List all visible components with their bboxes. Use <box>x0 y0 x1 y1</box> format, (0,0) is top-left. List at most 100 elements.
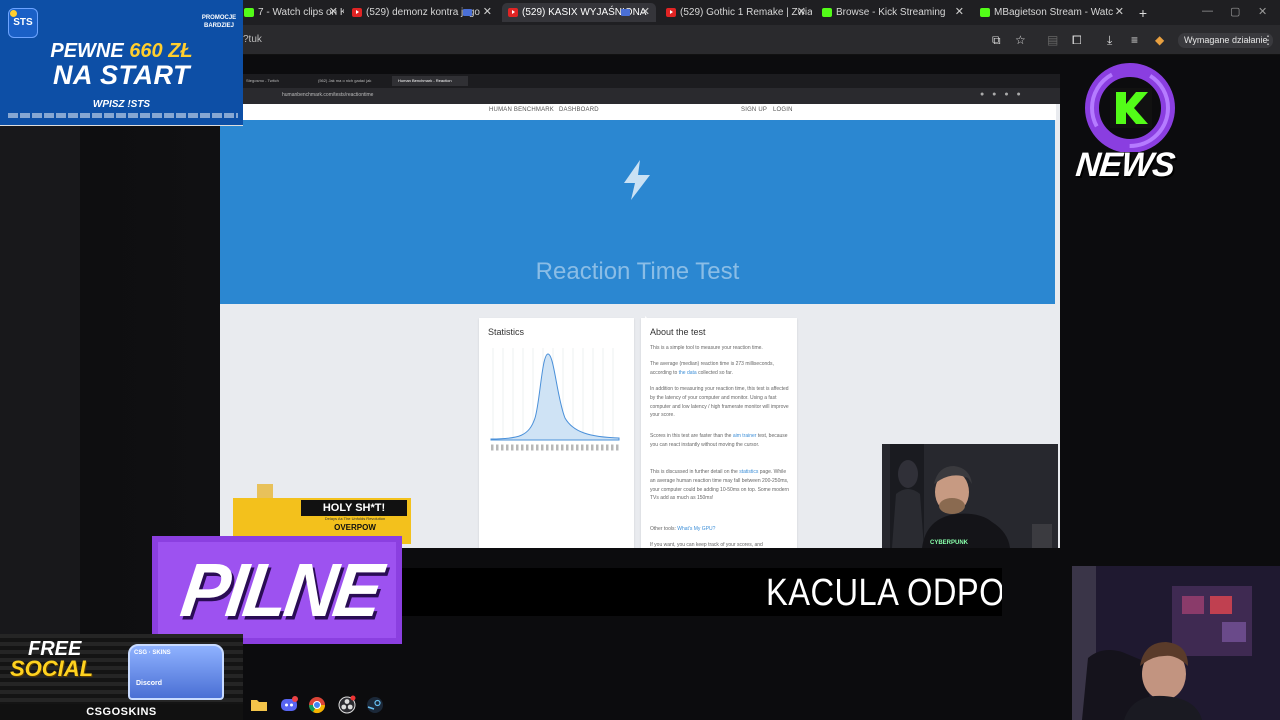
k-logo-icon <box>1085 63 1175 152</box>
promo-text: PEWNE <box>50 40 130 62</box>
inner-tab: Stegosmo - Twitch <box>246 78 279 83</box>
ticker-text: KACULA ODPOW <box>766 572 1002 614</box>
promo-amount: 660 ZŁ <box>129 40 193 62</box>
youtube-icon <box>508 8 518 17</box>
stream-frame: 7 - Watch clips on Ki ✕ (529) demonz kon… <box>0 0 1280 720</box>
browser-tab-label: Browse - Kick Streaming <box>836 7 946 18</box>
split-view-icon[interactable]: ▤ <box>1047 33 1058 47</box>
chrome-icon[interactable] <box>307 695 327 715</box>
inner-tab: (562) Jak ma o nich gadać jak <box>318 78 372 83</box>
sponsor-tag: PROMOCJE BARDZIEJ <box>201 15 237 29</box>
k-news-logo: NEWS <box>1072 62 1192 196</box>
csgoskins-brand: CSGOSKINS <box>86 706 157 718</box>
taskbar <box>243 690 1072 720</box>
news-ticker: KACULA ODPOW <box>402 568 1002 616</box>
close-tab-icon[interactable]: ✕ <box>797 3 806 22</box>
new-tab-button[interactable]: + <box>1134 4 1152 22</box>
case-label: CSG · SKINS <box>134 650 171 656</box>
youtube-icon <box>666 8 676 17</box>
sponsor-banner: STS PROMOCJE BARDZIEJ PEWNE 660 ZŁ NA ST… <box>0 0 243 126</box>
skin-case-icon: CSG · SKINS Discord <box>128 644 224 700</box>
whats-my-gpu-link[interactable]: What's My GPU? <box>677 526 715 532</box>
about-paragraph: Scores in this test are faster than the … <box>650 432 790 450</box>
browser-tab-4[interactable]: (529) Gothic 1 Remake | Zwiasu ✕ <box>660 3 812 22</box>
paragraph-text: This is a simple tool to measure your re… <box>650 345 763 351</box>
about-paragraph: This is discussed in further detail on t… <box>650 468 790 503</box>
hero-title: Reaction Time Test <box>535 258 740 285</box>
cast-icon <box>621 9 630 16</box>
webcam-feed <box>1072 566 1280 720</box>
statistics-link[interactable]: statistics <box>739 469 758 475</box>
close-tab-icon[interactable]: ✕ <box>641 3 650 22</box>
extensions-icon[interactable]: ⧠ <box>1072 33 1082 48</box>
free-social-promo: FREE SOCIAL CSG · SKINS Discord CSGOSKIN… <box>0 634 243 720</box>
nav-signup: SIGN UP <box>741 107 768 113</box>
paragraph-text: In addition to measuring your reaction t… <box>650 386 789 419</box>
download-icon[interactable]: ⤓ <box>1107 33 1112 48</box>
nav-brand: HUMAN BENCHMARK <box>489 107 555 113</box>
promo-fine-print <box>8 113 238 118</box>
browser-tab-3[interactable]: (529) KASIX WYJAŚNIONA ✕ <box>502 3 656 22</box>
promo-line-3: WPISZ !STS <box>92 99 151 110</box>
close-tab-icon[interactable]: ✕ <box>955 3 964 22</box>
breaking-news-badge: PILNE <box>152 536 402 644</box>
statistics-card: Statistics <box>479 318 634 548</box>
promo-line-2: NA START <box>53 60 190 90</box>
action-required-button[interactable]: Wymagane działanie <box>1178 33 1274 48</box>
reaction-distribution-chart <box>490 348 620 451</box>
profile-avatar-icon[interactable]: ◆ <box>1155 33 1164 47</box>
more-menu-icon[interactable]: ⋮ <box>1262 33 1274 47</box>
paragraph-text: Scores in this test are faster than the <box>650 433 733 439</box>
address-bar[interactable]: ?tuk <box>243 34 262 45</box>
background-band <box>0 126 80 634</box>
inner-tab-active: Human Benchmark - Reaction <box>392 76 468 86</box>
folder-icon[interactable] <box>249 695 269 715</box>
close-tab-icon[interactable]: ✕ <box>329 3 338 22</box>
close-tab-icon[interactable]: ✕ <box>1115 3 1124 22</box>
close-window-icon[interactable]: ✕ <box>1258 5 1267 18</box>
browser-tab-6[interactable]: MBagietson Stream - Watc ✕ <box>974 3 1130 22</box>
steam-icon[interactable] <box>365 695 385 715</box>
svg-text:CYBERPUNK: CYBERPUNK <box>930 540 969 546</box>
paragraph-text: collected so far. <box>696 369 733 376</box>
close-tab-icon[interactable]: ✕ <box>483 3 492 22</box>
browser-tab-5[interactable]: Browse - Kick Streaming ✕ <box>816 3 970 22</box>
about-paragraph: In addition to measuring your reaction t… <box>650 385 790 420</box>
event-title: HOLY SH*T! <box>301 500 407 516</box>
media-controls-icon[interactable]: ≡ <box>1131 33 1138 47</box>
paragraph-text: This is discussed in further detail on t… <box>650 469 740 475</box>
bookmark-star-icon[interactable]: ☆ <box>1015 33 1026 47</box>
discord-icon[interactable] <box>279 695 299 715</box>
lightning-bolt-icon <box>624 160 650 200</box>
discord-label: Discord <box>136 680 163 687</box>
browser-tab-label: (529) Gothic 1 Remake | Zwiasu <box>680 7 812 18</box>
aim-trainer-link[interactable]: aim trainer <box>733 433 757 439</box>
sponsor-logo: STS <box>8 8 38 38</box>
kick-icon <box>980 8 990 17</box>
site-nav: HUMAN BENCHMARK DASHBOARD SIGN UP LOGIN <box>243 104 1056 120</box>
cast-icon <box>463 9 472 16</box>
inner-browser-tabs: Stegosmo - Twitch (562) Jak ma o nich ga… <box>220 74 1060 88</box>
event-badge: OVERPOW <box>334 523 376 532</box>
nav-dashboard: DASHBOARD <box>559 107 599 113</box>
about-paragraph: If you want, you can keep track of your … <box>650 541 790 548</box>
kick-icon <box>822 8 832 17</box>
inner-toolbar-icons: ● ● ● ● <box>980 91 1024 98</box>
about-card: About the test This is a simple tool to … <box>641 318 797 548</box>
social-label: SOCIAL <box>10 656 94 681</box>
maximize-icon[interactable]: ▢ <box>1230 5 1240 18</box>
webcam-feed: CYBERPUNK <box>882 444 1058 548</box>
browser-tab-2[interactable]: (529) demonz kontra jego ✕ <box>346 3 498 22</box>
second-webcam <box>1072 566 1280 720</box>
install-app-icon[interactable]: ⧉ <box>992 33 1001 48</box>
news-label: NEWS <box>1074 146 1177 184</box>
obs-icon[interactable] <box>337 695 357 715</box>
minimize-icon[interactable]: — <box>1202 5 1213 17</box>
about-title: About the test <box>650 327 706 337</box>
paragraph-text: If you want, you can keep track of your … <box>650 542 763 548</box>
reaction-test-area: Reaction Time Test <box>220 120 1055 323</box>
youtube-icon <box>352 8 362 17</box>
the-data-link[interactable]: the data <box>679 370 697 376</box>
about-paragraph: This is a simple tool to measure your re… <box>650 344 790 353</box>
browser-tab-1[interactable]: 7 - Watch clips on Ki ✕ <box>238 3 344 22</box>
